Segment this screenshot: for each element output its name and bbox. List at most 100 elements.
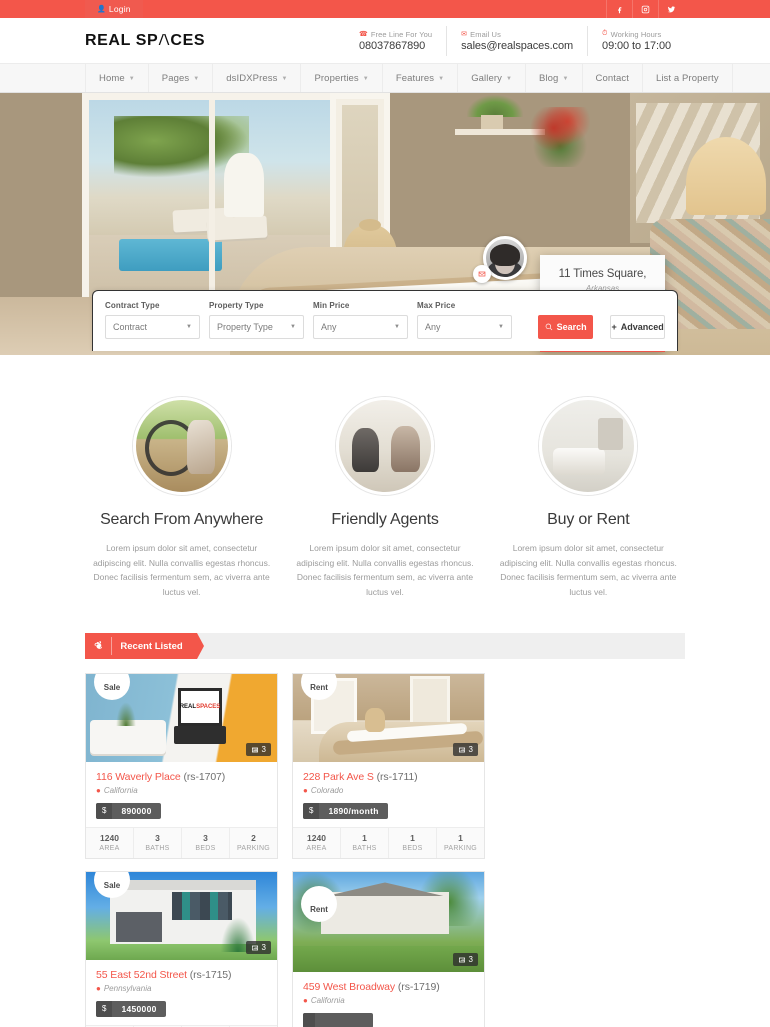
stat-value: 1240 (100, 833, 119, 844)
advanced-search-button[interactable]: + Advanced (610, 315, 665, 339)
feature-text: Lorem ipsum dolor sit amet, consectetur … (93, 543, 271, 597)
social-tail-spacer (684, 0, 770, 18)
twitter-icon[interactable] (658, 0, 684, 18)
instagram-icon[interactable] (632, 0, 658, 18)
hero-property-title: 11 Times Square, (558, 268, 647, 280)
property-location-label: California (310, 996, 345, 1006)
agent-contact-button[interactable] (473, 265, 491, 283)
property-title[interactable]: 228 Park Ave S (rs-1711) (303, 771, 474, 783)
photo-count-badge: 3 (452, 743, 478, 757)
feature-title: Buy or Rent (547, 511, 630, 528)
nav-item-list-a-property[interactable]: List a Property (643, 64, 733, 92)
chevron-down-icon: ▼ (362, 76, 369, 82)
status-badge: Sale (94, 674, 130, 701)
field-contract-type: Contract Type Contract ▼ (105, 301, 200, 339)
contact-phone-label-row: ☎ Free Line For You (359, 30, 432, 39)
property-name: 228 Park Ave S (303, 771, 374, 784)
user-icon: 👤 (97, 6, 106, 13)
chevron-down-icon: ▼ (128, 76, 135, 82)
livingroom-photo (539, 397, 638, 495)
currency-symbol: $ (303, 803, 320, 820)
chevron-down-icon: ▼ (562, 76, 569, 82)
nav-label: Gallery (471, 72, 502, 84)
feature-title: Friendly Agents (331, 511, 439, 528)
max-price-select[interactable]: Any ▼ (417, 315, 512, 339)
contact-email-value[interactable]: sales@realspaces.com (461, 40, 573, 52)
property-price-tag: $ 1890/month (303, 803, 388, 820)
property-price: 890000 (121, 806, 152, 817)
nav-item-features[interactable]: Features ▼ (383, 64, 459, 92)
property-image[interactable]: Rent 3 (293, 872, 484, 973)
property-ref: (rs-1711) (376, 771, 418, 784)
photo-icon (458, 957, 465, 963)
map-pin-icon: ● (303, 996, 308, 1006)
feature-buy-or-rent: Buy or Rent Lorem ipsum dolor sit amet, … (492, 397, 685, 599)
nav-item-properties[interactable]: Properties ▼ (301, 64, 383, 92)
logo-part-a: REAL SP (85, 31, 159, 49)
property-card[interactable]: Sale 3 55 East 52nd Street (rs-1715) ● P… (85, 871, 278, 1027)
stat-area: 1240 AREA (293, 828, 340, 858)
logo-part-b: CES (170, 31, 206, 49)
property-location: ● California (303, 996, 474, 1005)
contact-hours: ⏱ Working Hours 09:00 to 17:00 (587, 25, 685, 56)
property-card[interactable]: Rent 3 459 West Broadway (rs-1719) ● Cal… (292, 871, 485, 1027)
site-logo[interactable]: REAL SPACES (85, 32, 205, 50)
contact-phone-value[interactable]: 08037867890 (359, 40, 432, 52)
currency-symbol (303, 1013, 315, 1027)
property-card[interactable]: REAL SPACES Sale 3 116 Waverly Place (rs-… (85, 673, 278, 860)
property-image[interactable]: Sale 3 (86, 872, 277, 961)
property-stats: 1240 AREA 1 BATHS 1 BEDS 1 PARKING (293, 827, 484, 859)
property-type-value: Property Type (217, 322, 273, 332)
stat-key: BATHS (352, 845, 377, 853)
nav-item-gallery[interactable]: Gallery ▼ (458, 64, 527, 92)
stat-area: 1240 AREA (86, 828, 133, 858)
property-title[interactable]: 116 Waverly Place (rs-1707) (96, 771, 267, 783)
contact-email: ✉ Email Us sales@realspaces.com (446, 25, 587, 56)
recent-listed-tab[interactable]: ❦ Recent Listed (85, 633, 204, 660)
nav-item-contact[interactable]: Contact (583, 64, 643, 92)
login-button[interactable]: 👤 Login (85, 0, 143, 18)
stat-value: 1 (410, 833, 415, 844)
property-card[interactable]: Rent 3 228 Park Ave S (rs-1711) ● Colora… (292, 673, 485, 860)
nav-item-blog[interactable]: Blog ▼ (526, 64, 583, 92)
property-title[interactable]: 459 West Broadway (rs-1719) (303, 981, 474, 993)
contract-type-select[interactable]: Contract ▼ (105, 315, 200, 339)
property-image[interactable]: REAL SPACES Sale 3 (86, 674, 277, 763)
stat-key: AREA (99, 845, 120, 853)
property-image[interactable]: Rent 3 (293, 674, 484, 763)
contact-phone: ☎ Free Line For You 08037867890 (345, 26, 446, 56)
field-min-price: Min Price Any ▼ (313, 301, 408, 339)
nav-item-dsidxpress[interactable]: dsIDXPress ▼ (213, 64, 302, 92)
page-root: 👤 Login REAL SPACES ☎ Free Line For You (0, 0, 770, 1027)
max-price-label: Max Price (417, 301, 456, 310)
nav-item-pages[interactable]: Pages ▼ (149, 64, 214, 92)
envelope-icon: ✉ (461, 31, 468, 38)
chevron-down-icon: ▼ (193, 76, 200, 82)
search-fields-row: Contract Type Contract ▼ Property Type P… (105, 301, 665, 339)
property-location-label: Pennsylvania (103, 984, 152, 994)
property-search-panel: Contract Type Contract ▼ Property Type P… (92, 290, 678, 351)
field-max-price: Max Price Any ▼ (417, 301, 512, 339)
contract-type-label: Contract Type (105, 301, 160, 310)
stat-key: BATHS (145, 845, 170, 853)
agents-photo (335, 397, 434, 495)
nav-label: Features (395, 72, 435, 84)
search-button[interactable]: Search (538, 315, 594, 339)
contact-hours-label: Working Hours (610, 29, 662, 39)
social-links (606, 0, 770, 18)
min-price-select[interactable]: Any ▼ (313, 315, 408, 339)
property-info: 116 Waverly Place (rs-1707) ● California… (86, 762, 277, 827)
plus-icon: + (611, 322, 617, 332)
property-type-select[interactable]: Property Type ▼ (209, 315, 304, 339)
facebook-icon[interactable] (606, 0, 632, 18)
property-ref: (rs-1715) (189, 969, 232, 982)
property-price: 1890/month (328, 806, 379, 817)
photo-icon (458, 747, 465, 753)
property-title[interactable]: 55 East 52nd Street (rs-1715) (96, 969, 267, 981)
property-location: ● Colorado (303, 786, 474, 795)
nav-item-home[interactable]: Home ▼ (85, 64, 149, 92)
contact-hours-value: 09:00 to 17:00 (602, 39, 671, 52)
main-navigation: Home ▼ Pages ▼ dsIDXPress ▼ Properties ▼… (0, 63, 770, 93)
nav-label: Home (99, 72, 125, 84)
photo-count: 3 (261, 745, 266, 755)
